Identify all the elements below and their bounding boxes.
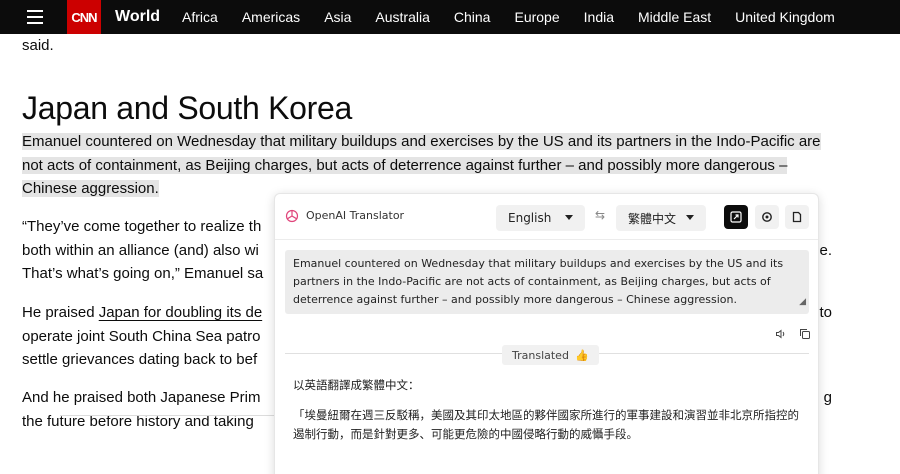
speaker-icon[interactable] (775, 325, 787, 344)
nav-links: Africa Americas Asia Australia China Eur… (182, 9, 859, 25)
nav-link-europe[interactable]: Europe (514, 9, 559, 25)
source-language-label: English (508, 211, 552, 225)
text-line: operate joint South China Sea patro (22, 327, 261, 345)
source-text: Emanuel countered on Wednesday that mili… (293, 257, 784, 306)
chevron-down-icon (686, 215, 694, 220)
nav-link-americas[interactable]: Americas (242, 9, 300, 25)
text-line: both within an alliance (and) also wi (22, 241, 259, 259)
section-title[interactable]: World (115, 8, 160, 26)
source-text-area[interactable]: Emanuel countered on Wednesday that mili… (285, 250, 809, 314)
translate-mode-button[interactable] (724, 205, 748, 229)
target-language-select[interactable]: 繁體中文 (616, 205, 706, 231)
text-line: And he praised both Japanese Prim (22, 389, 261, 406)
nav-link-china[interactable]: China (454, 9, 491, 25)
source-tools (775, 325, 811, 344)
nav-link-africa[interactable]: Africa (182, 9, 218, 25)
thumbs-up-icon: 👍 (574, 348, 589, 362)
translation-output: 以英語翻譯成繁體中文： 「埃曼紐爾在週三反駁稱，美國及其印太地區的夥伴國家所進行… (293, 376, 803, 444)
translate-icon (730, 211, 742, 223)
text-line-tail: g (823, 389, 832, 406)
nav-link-middle-east[interactable]: Middle East (638, 9, 711, 25)
text-line-tail: e. (819, 241, 832, 259)
translator-header: OpenAI Translator English ⇆ 繁體中文 (275, 194, 818, 240)
highlighted-paragraph: Emanuel countered on Wednesday that mili… (22, 130, 832, 201)
source-language-select[interactable]: English (496, 205, 585, 231)
translator-popup: OpenAI Translator English ⇆ 繁體中文 Emanuel… (274, 193, 819, 474)
output-intro: 以英語翻譯成繁體中文： (293, 378, 420, 392)
menu-icon[interactable] (27, 10, 43, 24)
document-icon (792, 211, 802, 223)
translator-title: OpenAI Translator (306, 209, 405, 222)
nav-link-australia[interactable]: Australia (375, 9, 429, 25)
history-button[interactable] (785, 205, 809, 229)
target-language-label: 繁體中文 (628, 211, 677, 226)
text-line: He praised (22, 304, 99, 321)
nav-link-united-kingdom[interactable]: United Kingdom (735, 9, 835, 25)
chevron-down-icon (565, 215, 573, 220)
gear-icon (762, 212, 772, 222)
selected-text[interactable]: Emanuel countered on Wednesday that mili… (22, 133, 821, 197)
resize-handle-icon[interactable]: ◢ (799, 293, 806, 311)
text-line: settle grievances dating back to bef (22, 351, 258, 368)
nav-link-india[interactable]: India (584, 9, 614, 25)
swap-languages-icon[interactable]: ⇆ (595, 208, 605, 222)
settings-button[interactable] (755, 205, 779, 229)
status-label: Translated (512, 348, 569, 362)
translated-status-badge: Translated 👍 (502, 345, 599, 365)
text-line: “They’ve come together to realize th (22, 218, 262, 235)
text-line-tail: to (819, 304, 832, 321)
openai-logo-icon (285, 209, 299, 223)
article-link[interactable]: Japan for doubling its de (99, 304, 262, 321)
nav-link-asia[interactable]: Asia (324, 9, 351, 25)
output-text: 「埃曼紐爾在週三反駁稱，美國及其印太地區的夥伴國家所進行的軍事建設和演習並非北京… (293, 408, 799, 441)
top-nav: CNN World Africa Americas Asia Australia… (0, 0, 900, 34)
text-line: That’s what’s going on,” Emanuel sa (22, 265, 264, 282)
section-heading: Japan and South Korea (22, 90, 352, 126)
cnn-logo[interactable]: CNN (67, 0, 101, 34)
paragraph-fragment: said. (22, 37, 54, 54)
copy-icon[interactable] (799, 325, 811, 344)
